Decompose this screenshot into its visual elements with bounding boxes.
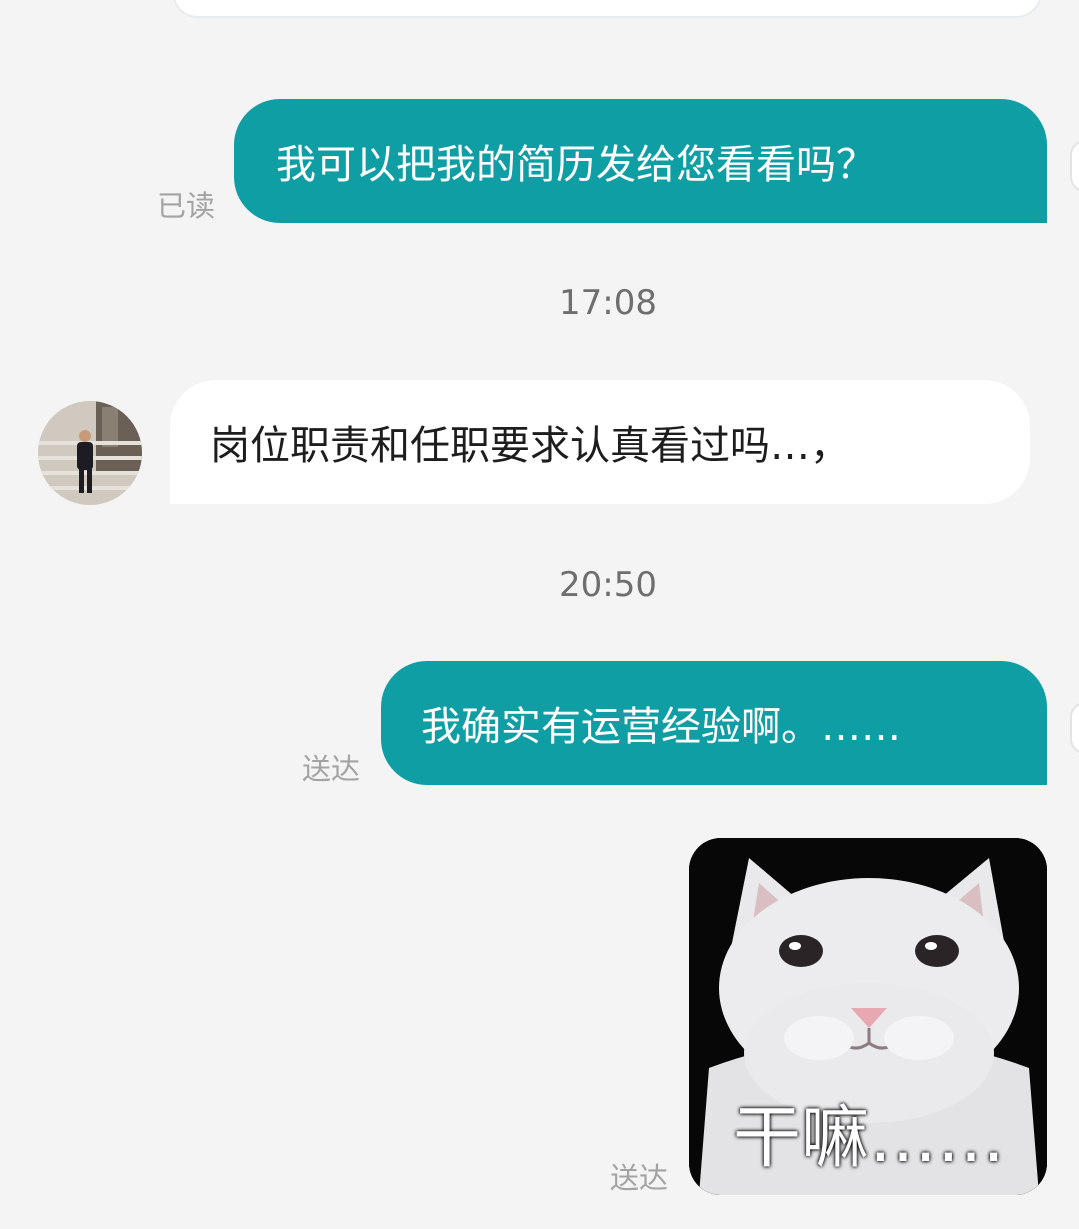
sticker-caption: 干嘛…… [733,1099,1006,1178]
message-text: 我可以把我的简历发给您看看吗？ [276,142,876,188]
outgoing-message-bubble[interactable]: 我确实有运营经验啊。…… [381,661,1047,785]
contact-avatar[interactable] [38,401,142,505]
outgoing-message-bubble[interactable]: 我可以把我的简历发给您看看吗？ [234,99,1047,223]
sticker-message[interactable]: 干嘛…… [689,838,1047,1195]
edge-bubble [1070,140,1079,192]
message-text: 我确实有运营经验啊。…… [421,704,901,750]
delivered-status: 送达 [610,1161,669,1195]
edge-bubble [1070,702,1079,754]
timestamp: 20:50 [559,565,657,605]
delivered-status: 送达 [302,752,361,786]
message-text: 岗位职责和任职要求认真看过吗…， [210,423,850,469]
timestamp: 17:08 [559,283,657,323]
read-status: 已读 [157,189,216,223]
previous-message-bubble[interactable] [172,0,1042,18]
incoming-message-bubble[interactable]: 岗位职责和任职要求认真看过吗…， [170,380,1030,504]
avatar-photo [38,401,142,505]
